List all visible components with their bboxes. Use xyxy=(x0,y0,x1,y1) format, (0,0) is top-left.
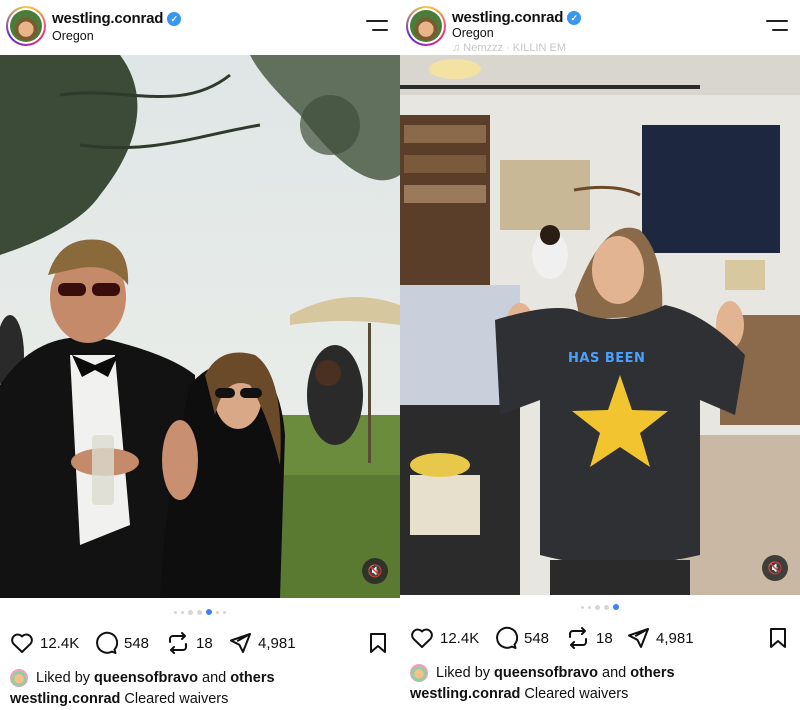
bookmark-icon xyxy=(370,633,386,653)
share-count: 4,981 xyxy=(258,634,296,652)
verified-badge-icon: ✓ xyxy=(567,11,582,25)
shirt-print-text: HAS BEEN xyxy=(568,351,646,366)
post-card-left: westling.conrad ✓ Oregon 🔇 12.4K 548 18 … xyxy=(0,0,400,710)
mute-icon[interactable]: 🔇 xyxy=(762,555,788,581)
liked-by: Liked by queensofbravo and others xyxy=(410,663,675,683)
repost-count: 18 xyxy=(196,634,213,652)
post-header: westling.conrad ✓ Oregon xyxy=(0,0,400,54)
liked-prefix: Liked by xyxy=(436,665,491,681)
like-count: 12.4K xyxy=(440,629,480,647)
repost-button[interactable]: 18 xyxy=(166,630,213,656)
caption-text: Cleared waivers xyxy=(124,691,229,707)
caption: westling.conrad Cleared waivers xyxy=(10,691,228,707)
avatar[interactable] xyxy=(6,6,46,46)
liker-avatar[interactable] xyxy=(410,664,428,682)
liked-others-link[interactable]: others xyxy=(630,665,674,681)
share-button[interactable]: 4,981 xyxy=(626,625,694,651)
send-icon xyxy=(230,633,251,653)
share-button[interactable]: 4,981 xyxy=(228,630,296,656)
save-button[interactable] xyxy=(368,632,388,659)
action-bar: 12.4K 548 18 4,981 xyxy=(8,630,392,656)
location[interactable]: Oregon xyxy=(452,26,494,40)
liked-by: Liked by queensofbravo and others xyxy=(10,668,275,688)
comment-count: 548 xyxy=(124,634,150,652)
username[interactable]: westling.conrad ✓ xyxy=(452,9,582,26)
comment-icon xyxy=(496,626,518,649)
repost-button[interactable]: 18 xyxy=(566,625,613,651)
like-button[interactable]: 12.4K xyxy=(10,630,79,656)
comment-button[interactable]: 548 xyxy=(94,630,149,656)
post-card-right: westling.conrad ✓ Oregon ♫ Nemzzz · KILLI… xyxy=(400,0,800,710)
post-photo[interactable]: HAS BEEN 🔇 xyxy=(400,55,800,595)
comment-button[interactable]: 548 xyxy=(494,625,549,651)
heart-icon xyxy=(11,633,33,653)
post-photo[interactable]: 🔇 xyxy=(0,55,400,598)
send-icon xyxy=(628,628,649,648)
screenshot-stage: westling.conrad ✓ Oregon 🔇 12.4K 548 18 … xyxy=(0,0,800,710)
post-header: westling.conrad ✓ Oregon ♫ Nemzzz · KILLI… xyxy=(400,0,800,54)
share-count: 4,981 xyxy=(656,629,694,647)
liked-prefix: Liked by xyxy=(36,670,91,686)
caption-text: Cleared waivers xyxy=(524,686,629,702)
menu-icon[interactable] xyxy=(766,18,788,34)
menu-icon[interactable] xyxy=(366,18,388,34)
comment-count: 548 xyxy=(524,629,550,647)
location[interactable]: Oregon xyxy=(52,29,94,43)
liked-and: and xyxy=(202,670,227,686)
liker-avatar[interactable] xyxy=(10,669,28,687)
like-count: 12.4K xyxy=(40,634,80,652)
verified-badge-icon: ✓ xyxy=(167,12,182,26)
carousel-indicator xyxy=(400,604,800,610)
heart-icon xyxy=(411,628,433,648)
username[interactable]: westling.conrad ✓ xyxy=(52,10,182,27)
wedding-photo-illustration xyxy=(0,55,400,598)
bookmark-icon xyxy=(770,628,786,648)
repost-count: 18 xyxy=(596,629,613,647)
carousel-indicator xyxy=(0,609,400,615)
save-button[interactable] xyxy=(768,627,788,654)
caption: westling.conrad Cleared waivers xyxy=(410,686,628,702)
liked-user-link[interactable]: queensofbravo xyxy=(494,665,598,681)
action-bar: 12.4K 548 18 4,981 xyxy=(408,625,792,651)
mute-icon[interactable]: 🔇 xyxy=(362,558,388,584)
music-label[interactable]: ♫ Nemzzz · KILLIN EM xyxy=(452,42,566,54)
liked-others-link[interactable]: others xyxy=(230,670,274,686)
repost-icon xyxy=(569,627,587,649)
like-button[interactable]: 12.4K xyxy=(410,625,479,651)
repost-icon xyxy=(169,632,187,654)
caption-username[interactable]: westling.conrad xyxy=(10,691,120,707)
liked-and: and xyxy=(602,665,627,681)
avatar[interactable] xyxy=(406,6,446,46)
comment-icon xyxy=(96,631,118,654)
liked-user-link[interactable]: queensofbravo xyxy=(94,670,198,686)
store-photo-illustration xyxy=(400,55,800,595)
caption-username[interactable]: westling.conrad xyxy=(410,686,520,702)
